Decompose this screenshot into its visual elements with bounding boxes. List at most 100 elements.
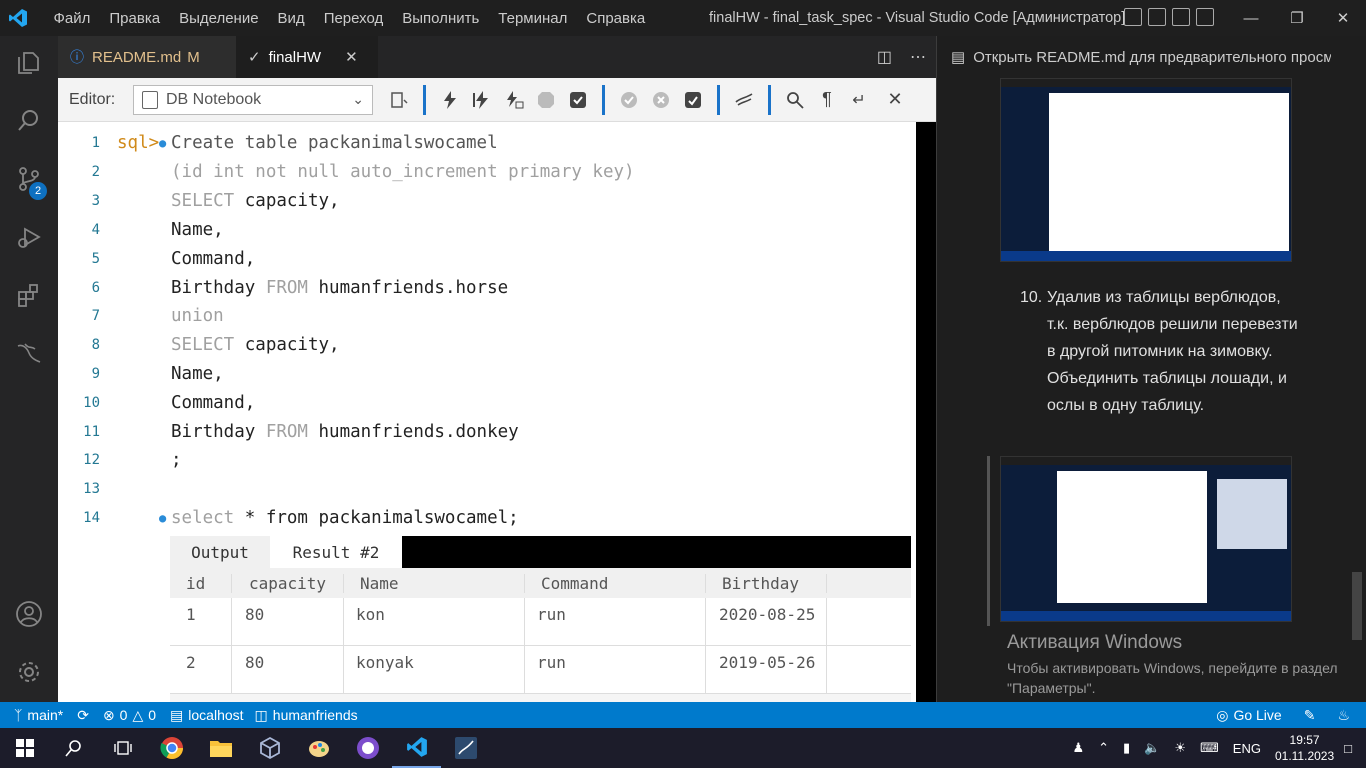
- result-grid: id capacity Name Command Birthday 1 80 k…: [170, 568, 911, 694]
- go-live-button[interactable]: ◎ Go Live: [1216, 707, 1281, 724]
- cell: 1: [170, 598, 232, 645]
- sync-button[interactable]: ⟳: [77, 707, 89, 724]
- notifications-bell-icon[interactable]: ♨: [1337, 707, 1350, 724]
- file-explorer-icon[interactable]: [196, 728, 245, 768]
- preview-scrollbar[interactable]: [1352, 572, 1362, 640]
- volume-icon[interactable]: 🔈: [1144, 740, 1160, 756]
- account-icon[interactable]: [0, 589, 58, 639]
- status-bar: ᛉ main* ⟳ ⊗ 0 △ 0 ▤ localhost ◫ humanfri…: [0, 702, 1366, 728]
- explorer-icon[interactable]: [0, 38, 58, 88]
- menu-selection[interactable]: Выделение: [170, 10, 268, 27]
- show-whitespace-icon[interactable]: ¶: [811, 85, 843, 115]
- battery-icon[interactable]: ▮: [1123, 740, 1130, 756]
- settings-gear-icon[interactable]: [0, 647, 58, 697]
- mysql-workbench-icon[interactable]: [441, 728, 490, 768]
- close-notebook-icon[interactable]: ✕: [879, 85, 911, 115]
- branch-indicator[interactable]: ᛉ main*: [14, 707, 63, 723]
- menu-run[interactable]: Выполнить: [393, 10, 489, 27]
- autocommit-toggle-icon[interactable]: [677, 85, 709, 115]
- minimize-icon[interactable]: —: [1228, 0, 1274, 36]
- code-text: humanfriends.donkey: [307, 421, 519, 442]
- editor-type-select[interactable]: DB Notebook ⌄: [133, 84, 373, 115]
- menu-edit[interactable]: Правка: [100, 10, 170, 27]
- feedback-icon[interactable]: ✎: [1304, 707, 1316, 724]
- vscode-taskbar-icon[interactable]: [392, 728, 441, 768]
- menu-terminal[interactable]: Терминал: [489, 10, 577, 27]
- chrome-icon[interactable]: [147, 728, 196, 768]
- code-line: 7 union: [58, 301, 916, 330]
- column-header[interactable]: id: [170, 573, 232, 593]
- new-cell-icon[interactable]: [383, 85, 415, 115]
- info-icon: ⓘ: [70, 49, 84, 65]
- toggle-sidebar-icon[interactable]: [1124, 8, 1142, 26]
- auto-commit-icon[interactable]: [562, 85, 594, 115]
- customize-layout-icon[interactable]: [1196, 8, 1214, 26]
- preview-title[interactable]: ▤ Открыть README.md для предварительного…: [951, 48, 1331, 67]
- notification-center-icon[interactable]: □: [1344, 741, 1352, 756]
- editor-scrollbar[interactable]: [916, 122, 936, 702]
- code-keyword: SELECT: [171, 334, 235, 355]
- more-actions-icon[interactable]: ⋯: [910, 47, 926, 67]
- commit-icon[interactable]: [613, 85, 645, 115]
- clock[interactable]: 19:57 01.11.2023: [1275, 732, 1334, 764]
- database-name: humanfriends: [272, 707, 358, 723]
- split-editor-icon[interactable]: ◫: [877, 47, 892, 67]
- run-debug-icon[interactable]: [0, 212, 58, 262]
- windows-start-icon[interactable]: [0, 728, 49, 768]
- line-number: 3: [91, 192, 100, 209]
- toggle-panel-icon[interactable]: [1148, 8, 1166, 26]
- column-header[interactable]: Command: [525, 573, 706, 593]
- column-header[interactable]: capacity: [232, 573, 344, 593]
- vscode-logo-icon: [0, 0, 36, 36]
- chevron-down-icon: ⌄: [352, 90, 364, 107]
- menu-file[interactable]: Файл: [44, 10, 100, 27]
- connection-indicator[interactable]: ▤ localhost ◫ humanfriends: [170, 707, 358, 724]
- search-icon[interactable]: [0, 96, 58, 146]
- tab-finalhw[interactable]: ✓ finalHW ✕: [236, 36, 378, 78]
- source-control-icon[interactable]: 2: [0, 154, 58, 204]
- execute-text-icon[interactable]: [498, 85, 530, 115]
- system-tray: ♟ ⌃ ▮ 🔈 ☀ ⌨ ENG 19:57 01.11.2023 □: [1072, 728, 1366, 768]
- result-header-row: id capacity Name Command Birthday: [170, 568, 911, 598]
- code-line: 5 Command,: [58, 244, 916, 273]
- paint-icon[interactable]: [294, 728, 343, 768]
- virtualbox-icon[interactable]: [245, 728, 294, 768]
- close-window-icon[interactable]: ✕: [1320, 0, 1366, 36]
- github-desktop-icon[interactable]: [343, 728, 392, 768]
- language-indicator[interactable]: ENG: [1233, 741, 1261, 756]
- tab-result-2[interactable]: Result #2: [270, 536, 402, 568]
- toggle-secondary-sidebar-icon[interactable]: [1172, 8, 1190, 26]
- search-icon[interactable]: [49, 728, 98, 768]
- find-icon[interactable]: [779, 85, 811, 115]
- preview-title-text: Открыть README.md для предварительного п…: [973, 48, 1331, 66]
- code-line: 4 Name,: [58, 215, 916, 244]
- menu-help[interactable]: Справка: [577, 10, 655, 27]
- column-header[interactable]: Name: [344, 573, 525, 593]
- execute-icon[interactable]: [434, 85, 466, 115]
- stop-icon[interactable]: [530, 85, 562, 115]
- close-tab-icon[interactable]: ✕: [345, 48, 358, 66]
- wifi-icon[interactable]: ☀: [1174, 740, 1186, 756]
- menu-go[interactable]: Переход: [314, 10, 393, 27]
- table-row[interactable]: 1 80 kon run 2020-08-25: [170, 598, 911, 646]
- code-text: Create table packanimalswocamel: [171, 132, 498, 153]
- problems-indicator[interactable]: ⊗ 0 △ 0: [103, 707, 156, 724]
- notebook-toolbar: Editor: DB Notebook ⌄ ¶ ↵ ✕: [58, 78, 936, 122]
- keyboard-icon[interactable]: ⌨: [1200, 740, 1219, 756]
- mysql-shell-icon[interactable]: [0, 328, 58, 378]
- menu-view[interactable]: Вид: [268, 10, 314, 27]
- word-wrap-icon[interactable]: ↵: [843, 85, 875, 115]
- dolphin-icon[interactable]: [728, 85, 760, 115]
- blockquote-bar: [987, 456, 990, 626]
- column-header[interactable]: Birthday: [706, 573, 827, 593]
- execute-current-icon[interactable]: [466, 85, 498, 115]
- restore-icon[interactable]: ❐: [1274, 0, 1320, 36]
- show-hidden-icons-chevron-up-icon[interactable]: ⌃: [1098, 740, 1109, 756]
- table-row[interactable]: 2 80 konyak run 2019-05-26: [170, 646, 911, 694]
- tab-output[interactable]: Output: [170, 536, 270, 568]
- tab-readme[interactable]: ⓘ README.md M: [58, 36, 236, 78]
- extensions-icon[interactable]: [0, 270, 58, 320]
- task-view-icon[interactable]: [98, 728, 147, 768]
- people-icon[interactable]: ♟: [1072, 740, 1084, 756]
- rollback-icon[interactable]: [645, 85, 677, 115]
